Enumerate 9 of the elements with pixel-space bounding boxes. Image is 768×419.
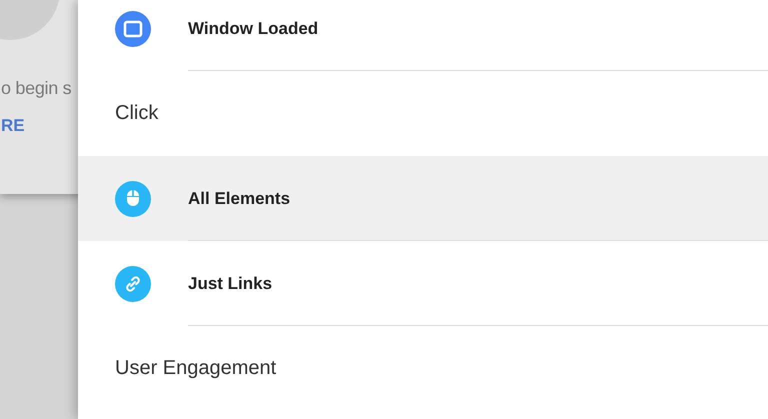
link-icon [115,266,151,302]
trigger-item[interactable]: All Elements [78,156,768,241]
trigger-item[interactable]: Just Links [78,241,768,326]
section-header: User Engagement [114,356,278,381]
trigger-item[interactable]: Window Loaded [78,0,768,71]
card-text: o begin s [1,78,72,99]
section-header: Click [114,101,160,126]
mouse-icon [115,180,151,216]
window-icon [115,10,151,46]
